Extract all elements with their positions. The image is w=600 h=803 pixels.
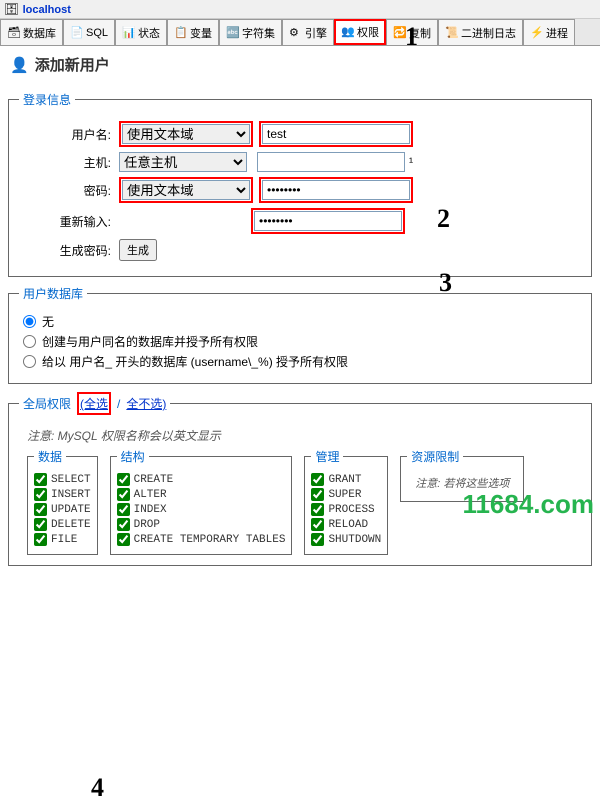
chk-drop[interactable]	[117, 518, 130, 531]
chk-grant[interactable]	[311, 473, 324, 486]
page-title: 👤 添加新用户	[0, 46, 600, 83]
tab-privileges[interactable]: 👥权限	[334, 19, 386, 45]
retype-input[interactable]	[254, 211, 402, 231]
tab-processes[interactable]: ⚡进程	[523, 19, 575, 45]
priv-data-fieldset: 数据 SELECT INSERT UPDATE DELETE FILE	[27, 448, 98, 555]
privileges-icon: 👥	[341, 25, 355, 39]
username-input[interactable]	[262, 124, 410, 144]
tabs-bar: 🗃数据库 📄SQL 📊状态 📋变量 🔤字符集 ⚙引擎 👥权限 🔁复制 📜二进制日…	[0, 19, 600, 46]
chk-insert[interactable]	[34, 488, 47, 501]
password-select[interactable]: 使用文本域	[122, 180, 250, 200]
radio-create[interactable]	[23, 335, 36, 348]
database-icon: 🗃	[7, 26, 21, 40]
password-label: 密码:	[19, 182, 119, 199]
user-db-legend: 用户数据库	[19, 285, 87, 302]
tab-charsets[interactable]: 🔤字符集	[219, 19, 282, 45]
chk-update[interactable]	[34, 503, 47, 516]
chk-file[interactable]	[34, 533, 47, 546]
priv-structure-fieldset: 结构 CREATE ALTER INDEX DROP CREATE TEMPOR…	[110, 448, 293, 555]
global-priv-fieldset: 全局权限 (全选 / 全不选) 4 注意: MySQL 权限名称会以英文显示 数…	[8, 392, 592, 566]
global-priv-legend: 全局权限 (全选 / 全不选)	[19, 392, 170, 415]
host-label: localhost	[23, 4, 71, 16]
chk-create-temp[interactable]	[117, 533, 130, 546]
check-all-link[interactable]: (全选	[80, 397, 108, 411]
engines-icon: ⚙	[289, 26, 303, 40]
tab-binlog[interactable]: 📜二进制日志	[438, 19, 523, 45]
uncheck-all-link[interactable]: 全不选)	[126, 395, 166, 412]
sql-icon: 📄	[70, 26, 84, 40]
tab-databases[interactable]: 🗃数据库	[0, 19, 63, 45]
variables-icon: 📋	[174, 26, 188, 40]
generate-button[interactable]: 生成	[119, 239, 157, 261]
annotation-2: 2	[437, 204, 450, 234]
chk-super[interactable]	[311, 488, 324, 501]
login-info-fieldset: 登录信息 用户名: 使用文本域 2 主机: 任意主机 ¹ 密码: 使用文本域 3…	[8, 91, 592, 277]
retype-label: 重新输入:	[19, 213, 119, 230]
charset-icon: 🔤	[226, 26, 240, 40]
username-label: 用户名:	[19, 126, 119, 143]
chk-create[interactable]	[117, 473, 130, 486]
watermark: 11684.com	[462, 489, 594, 520]
chk-select[interactable]	[34, 473, 47, 486]
add-user-icon: 👤	[10, 56, 29, 74]
chk-process[interactable]	[311, 503, 324, 516]
user-db-fieldset: 用户数据库 无 创建与用户同名的数据库并授予所有权限 给以 用户名_ 开头的数据…	[8, 285, 592, 384]
gen-password-label: 生成密码:	[19, 242, 119, 259]
chk-delete[interactable]	[34, 518, 47, 531]
tab-engines[interactable]: ⚙引擎	[282, 19, 334, 45]
server-icon: 🗄	[4, 2, 19, 16]
radio-none[interactable]	[23, 315, 36, 328]
password-input[interactable]	[262, 180, 410, 200]
priv-note: 注意: MySQL 权限名称会以英文显示	[27, 427, 573, 444]
host-input[interactable]	[257, 152, 405, 172]
priv-admin-fieldset: 管理 GRANT SUPER PROCESS RELOAD SHUTDOWN	[304, 448, 388, 555]
tab-status[interactable]: 📊状态	[115, 19, 167, 45]
header: 🗄 localhost	[0, 0, 600, 19]
host-select[interactable]: 任意主机	[119, 152, 247, 172]
host-label: 主机:	[19, 154, 119, 171]
processes-icon: ⚡	[530, 26, 544, 40]
chk-index[interactable]	[117, 503, 130, 516]
chk-shutdown[interactable]	[311, 533, 324, 546]
annotation-1: 1	[405, 22, 418, 52]
chk-alter[interactable]	[117, 488, 130, 501]
status-icon: 📊	[122, 26, 136, 40]
host-footnote: ¹	[409, 155, 413, 169]
tab-sql[interactable]: 📄SQL	[63, 19, 115, 45]
radio-grant[interactable]	[23, 355, 36, 368]
binlog-icon: 📜	[445, 26, 459, 40]
annotation-4: 4	[91, 773, 104, 803]
username-select[interactable]: 使用文本域	[122, 124, 250, 144]
login-info-legend: 登录信息	[19, 91, 75, 108]
chk-reload[interactable]	[311, 518, 324, 531]
tab-variables[interactable]: 📋变量	[167, 19, 219, 45]
